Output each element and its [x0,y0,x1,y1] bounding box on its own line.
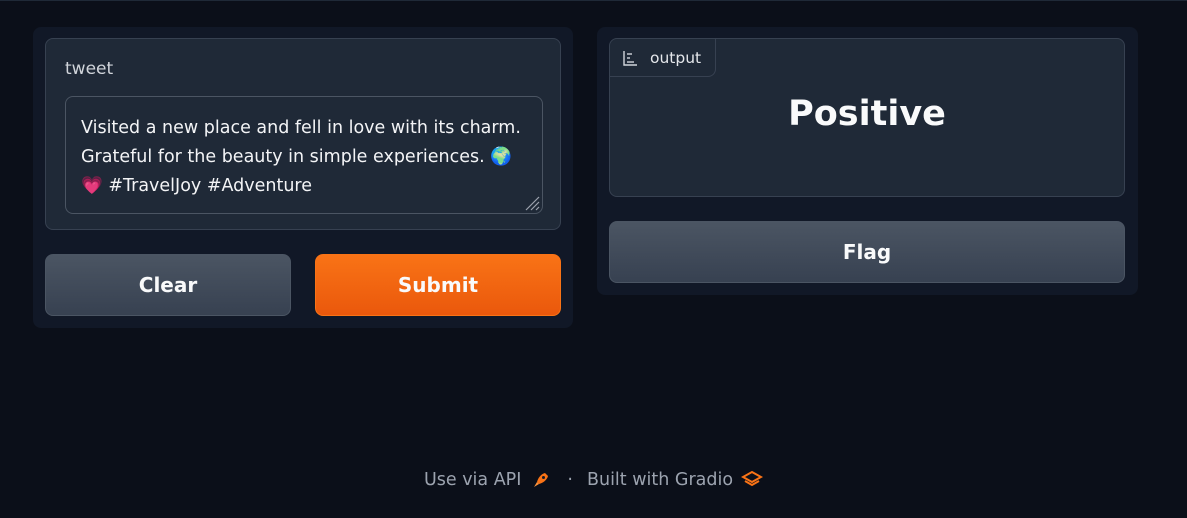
footer: Use via API · Built with Gradio [0,467,1187,493]
gradio-logo-icon [741,470,764,487]
resize-handle-icon[interactable] [522,193,540,211]
output-block: output Positive [609,38,1125,197]
built-with-gradio-label: Built with Gradio [586,470,734,490]
tweet-text-line: Visited a new place and fell in love wit… [81,118,521,138]
output-tab-label: output [650,48,702,67]
use-via-api-label: Use via API [423,470,522,490]
rocket-icon [534,473,549,487]
top-border [0,0,1187,1]
clear-button[interactable]: Clear [45,254,291,316]
tweet-text-line: 💗 #TravelJoy #Adventure [81,176,313,196]
tweet-label: tweet [65,59,114,79]
output-panel: output Positive Flag [597,27,1138,295]
tweet-text-line: Grateful for the beauty in simple experi… [81,147,513,167]
tweet-textarea[interactable]: Visited a new place and fell in love wit… [65,96,543,214]
output-tab: output [610,39,716,77]
output-label-value: Positive [788,94,946,134]
built-with-gradio-link[interactable]: Built with Gradio [586,470,764,490]
use-via-api-link[interactable]: Use via API [424,470,551,490]
submit-button[interactable]: Submit [315,254,561,316]
flag-button[interactable]: Flag [609,221,1125,283]
bar-chart-icon [623,50,637,66]
footer-separator: · [567,470,573,490]
tweet-input-block: tweet Visited a new place and fell in lo… [45,38,561,230]
input-panel: tweet Visited a new place and fell in lo… [33,27,573,328]
